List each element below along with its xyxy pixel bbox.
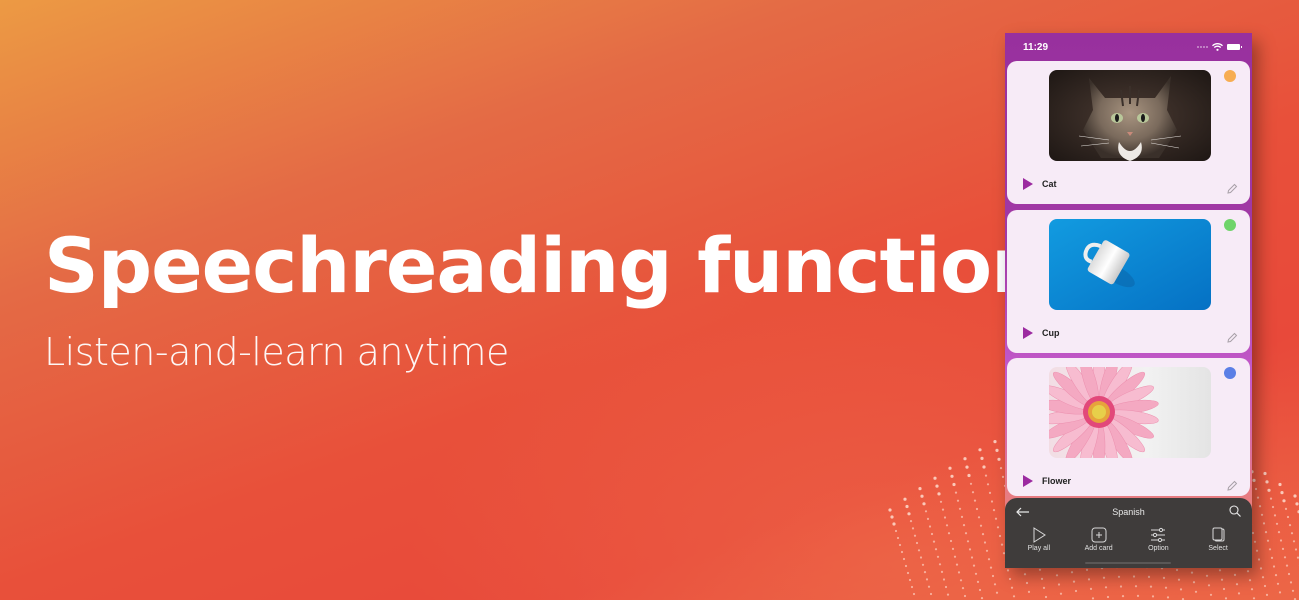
- card-label: Cup: [1042, 328, 1060, 338]
- battery-icon: [1227, 44, 1242, 50]
- pencil-icon[interactable]: [1226, 480, 1238, 492]
- card-label: Flower: [1042, 476, 1072, 486]
- cup-photo: [1049, 219, 1211, 310]
- pencil-icon[interactable]: [1226, 183, 1238, 195]
- card-label: Cat: [1042, 179, 1057, 189]
- play-all-button[interactable]: Play all: [1011, 526, 1067, 552]
- select-button[interactable]: Select: [1190, 526, 1246, 552]
- flashcard-flower[interactable]: Flower: [1007, 358, 1250, 496]
- add-card-button[interactable]: Add card: [1071, 526, 1127, 552]
- cat-photo: [1049, 70, 1211, 161]
- bottom-toolbar: Spanish Play all Add card Option Select: [1005, 498, 1252, 568]
- option-button[interactable]: Option: [1130, 526, 1186, 552]
- color-tag-dot: [1224, 367, 1236, 379]
- flashcard-cat[interactable]: Cat: [1007, 61, 1250, 204]
- add-card-label: Add card: [1084, 545, 1113, 552]
- status-icons: [1197, 43, 1242, 51]
- pencil-icon[interactable]: [1226, 332, 1238, 344]
- wifi-icon: [1212, 43, 1223, 51]
- phone-mockup: 11:29 Cat Cup Flower Spanish Play all Ad…: [1005, 33, 1252, 568]
- flashcard-cup[interactable]: Cup: [1007, 210, 1250, 353]
- play-outline-icon: [1033, 527, 1046, 543]
- home-indicator: [1085, 562, 1171, 564]
- stack-pages-icon: [1212, 527, 1225, 542]
- flower-photo: [1049, 367, 1211, 458]
- subheadline: Listen-and-learn anytime: [44, 330, 509, 374]
- deck-title: Spanish: [1112, 507, 1145, 517]
- select-label: Select: [1208, 545, 1228, 552]
- search-icon[interactable]: [1228, 504, 1242, 518]
- headline: Speechreading function: [44, 221, 1045, 310]
- signal-dots-icon: [1197, 46, 1208, 48]
- add-square-icon: [1091, 527, 1107, 543]
- play-icon[interactable]: [1023, 327, 1033, 339]
- color-tag-dot: [1224, 219, 1236, 231]
- option-label: Option: [1148, 545, 1169, 552]
- play-icon[interactable]: [1023, 475, 1033, 487]
- color-tag-dot: [1224, 70, 1236, 82]
- sliders-icon: [1151, 527, 1166, 543]
- status-time: 11:29: [1023, 41, 1049, 53]
- play-icon[interactable]: [1023, 178, 1033, 190]
- status-bar: 11:29: [1005, 33, 1252, 61]
- play-all-label: Play all: [1027, 545, 1051, 552]
